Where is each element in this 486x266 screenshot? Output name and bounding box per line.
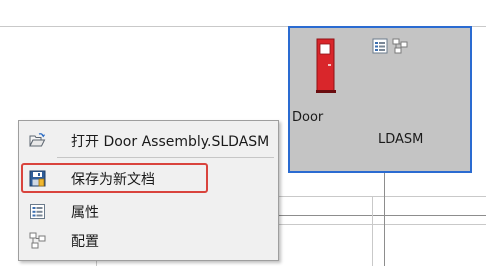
menu-item-properties[interactable]: 属性 <box>19 198 278 224</box>
grid-line <box>279 224 486 225</box>
card-title: Door <box>292 110 324 125</box>
assembly-thumbnail-card[interactable]: Door LDASM <box>288 26 472 173</box>
door-icon <box>316 38 336 93</box>
configuration-icon[interactable] <box>392 38 408 54</box>
properties-icon <box>30 204 45 219</box>
grid-line <box>279 215 486 216</box>
screen: Door LDASM 打开 Door Assembly.SLDASM 保存为新文… <box>0 0 486 266</box>
menu-item-label: 属性 <box>71 205 99 221</box>
configuration-icon <box>29 232 46 249</box>
grid-line <box>472 26 486 27</box>
menu-separator <box>57 157 274 158</box>
grid-line <box>279 196 486 197</box>
highlight-annotation <box>21 163 208 193</box>
grid-line <box>0 26 288 27</box>
menu-item-configuration[interactable]: 配置 <box>19 227 278 253</box>
menu-item-label: 配置 <box>71 234 99 250</box>
menu-item-label: 打开 Door Assembly.SLDASM <box>71 134 270 150</box>
card-filename-tail: LDASM <box>378 132 424 147</box>
context-menu: 打开 Door Assembly.SLDASM 保存为新文档 属性 配置 <box>18 120 279 261</box>
open-folder-icon <box>29 133 46 147</box>
grid-line <box>96 261 97 266</box>
grid-line <box>372 196 373 266</box>
grid-line <box>384 173 385 266</box>
menu-item-open[interactable]: 打开 Door Assembly.SLDASM <box>19 127 278 153</box>
properties-icon[interactable] <box>372 38 388 54</box>
